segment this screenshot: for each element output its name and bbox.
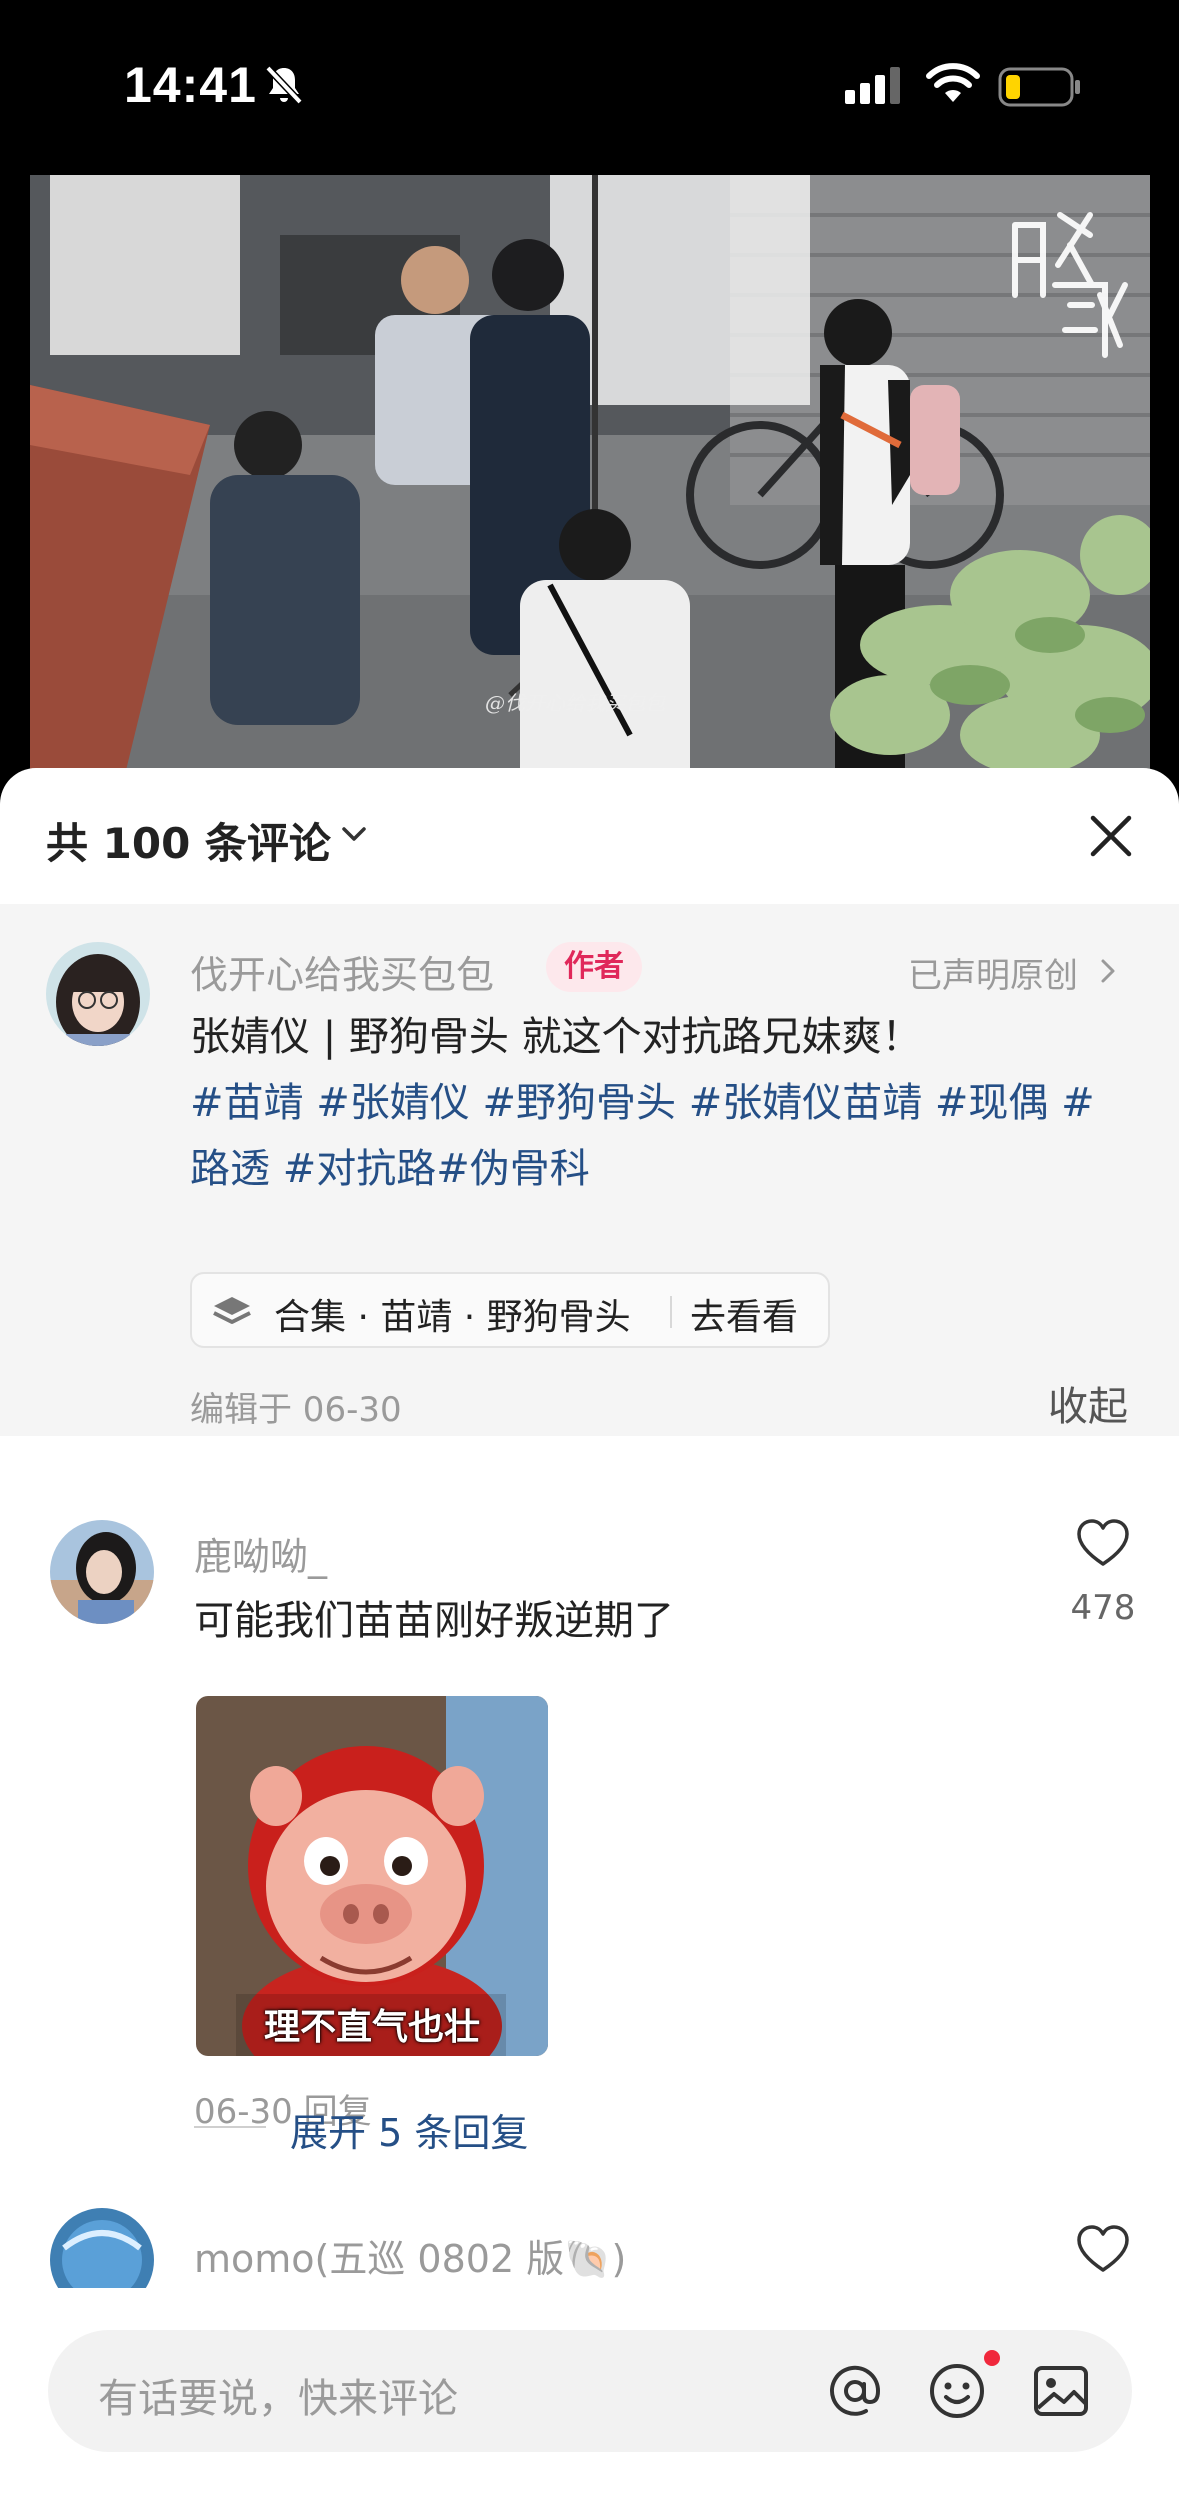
notification-dot (984, 2350, 1000, 2366)
video-watermark: @伐开心给我买包包 (485, 691, 665, 715)
like-count: 478 (1070, 1588, 1136, 1628)
status-bar: 14:41 (0, 0, 1179, 175)
emoji-icon[interactable] (926, 2360, 988, 2426)
post-title: 张婧仪 | 野狗骨头 就这个对抗路兄妹爽！ (190, 1014, 922, 1060)
divider (670, 1296, 672, 1328)
comment-input[interactable]: 有话要说，快来评论 (48, 2330, 1132, 2452)
collection-go-button[interactable]: 去看看 (690, 1288, 798, 1340)
original-declared-link[interactable]: 已声明原创 (908, 948, 1078, 997)
collapse-button[interactable]: 收起 (1048, 1374, 1128, 1432)
comment-sheet-header: 共 100 条评论 (0, 768, 1179, 904)
chevron-down-icon[interactable] (340, 824, 368, 848)
mention-icon[interactable] (824, 2360, 886, 2426)
post-text: 张婧仪 | 野狗骨头 就这个对抗路兄妹爽！ #苗靖 #张婧仪 #野狗骨头 #张婧… (190, 1004, 1130, 1202)
sticker-caption: 理不直气也壮 (263, 2007, 480, 2048)
author-avatar[interactable] (46, 942, 150, 1046)
divider (194, 2126, 266, 2128)
comment-item: 鹿呦呦_ 可能我们苗苗刚好叛逆期了 478 理不直气也壮 06-30 回复 (0, 1436, 1179, 2136)
commenter-name[interactable]: momo(五巡 0802 版🐚) (194, 2228, 626, 2283)
commenter-name[interactable]: 鹿呦呦_ (194, 1526, 327, 1581)
mute-bell-icon (262, 62, 306, 110)
heart-icon[interactable] (1075, 2224, 1131, 2280)
wifi-icon (925, 62, 981, 110)
battery-icon (998, 67, 1082, 111)
expand-replies-button[interactable]: 展开 5 条回复 (290, 2102, 528, 2157)
comment-sticker-image[interactable]: 理不直气也壮 (196, 1696, 548, 2056)
video-frame[interactable]: @伐开心给我买包包 (30, 175, 1150, 795)
heart-icon[interactable] (1075, 1518, 1131, 1574)
author-name[interactable]: 伐开心给我买包包 (190, 944, 494, 999)
collection-label: 合集 · 苗靖 · 野狗骨头 (274, 1297, 631, 1338)
comment-composer-bar: 有话要说，快来评论 (0, 2288, 1179, 2497)
comment-text[interactable]: 可能我们苗苗刚好叛逆期了 (194, 1588, 674, 1646)
status-time: 14:41 (124, 57, 257, 113)
edited-date: 编辑于 06-30 (190, 1390, 402, 1430)
author-badge: 作者 (546, 942, 642, 992)
image-icon[interactable] (1030, 2360, 1092, 2426)
post-hashtags[interactable]: #苗靖 #张婧仪 #野狗骨头 #张婧仪苗靖 #现偶 #路透 #对抗路#伪骨科 (190, 1070, 1130, 1202)
chevron-right-icon[interactable] (1100, 958, 1116, 988)
commenter-avatar[interactable] (50, 1520, 154, 1624)
comment-input-placeholder: 有话要说，快来评论 (98, 2376, 458, 2422)
comment-count[interactable]: 共 100 条评论 (46, 810, 331, 871)
comment-sheet: 共 100 条评论 伐开心给我买包包 作者 已声明原创 张婧仪 | 野狗骨头 就… (0, 768, 1179, 2497)
cellular-signal-icon (843, 66, 907, 110)
layers-icon (210, 1294, 254, 1336)
close-icon[interactable] (1087, 812, 1135, 860)
post-description: 伐开心给我买包包 作者 已声明原创 张婧仪 | 野狗骨头 就这个对抗路兄妹爽！ … (0, 904, 1179, 1436)
collection-card[interactable]: 合集 · 苗靖 · 野狗骨头 去看看 (190, 1272, 830, 1348)
